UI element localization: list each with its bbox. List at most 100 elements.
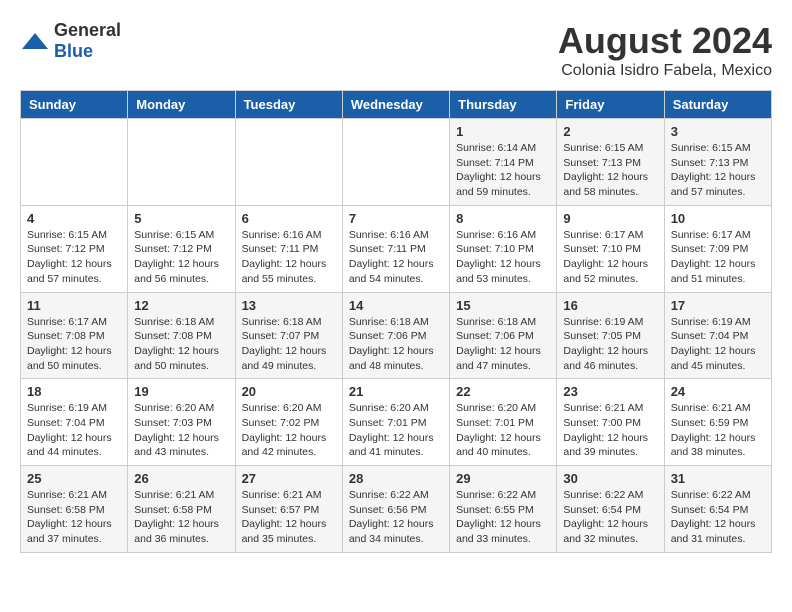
day-number: 30 [563,471,657,486]
calendar-cell: 10Sunrise: 6:17 AM Sunset: 7:09 PM Dayli… [664,205,771,292]
calendar-cell: 11 Sunrise: 6:17 AM Sunset: 7:08 PM Dayli… [21,292,128,379]
calendar-cell [21,119,128,206]
day-info: Sunrise: 6:22 AM Sunset: 6:54 PM Dayligh… [563,488,657,547]
logo-blue: Blue [54,41,93,61]
weekday-header-tuesday: Tuesday [235,91,342,119]
day-number: 14 [349,298,443,313]
day-info: Sunrise: 6:21 AM Sunset: 6:57 PM Dayligh… [242,488,336,547]
day-info: Sunrise: 6:14 AM Sunset: 7:14 PM Dayligh… [456,141,550,200]
day-number: 4 [27,211,121,226]
logo-general: General [54,20,121,40]
calendar-cell: 13 Sunrise: 6:18 AM Sunset: 7:07 PM Dayli… [235,292,342,379]
week-row-5: 25 Sunrise: 6:21 AM Sunset: 6:58 PM Dayli… [21,466,772,553]
day-number: 11 [27,298,121,313]
day-info: Sunrise: 6:21 AM Sunset: 7:00 PM Dayligh… [563,401,657,460]
day-info: Sunrise: 6:15 AM Sunset: 7:12 PM Dayligh… [27,228,121,287]
day-info: Sunrise: 6:15 AM Sunset: 7:13 PM Dayligh… [563,141,657,200]
calendar-cell: 27Sunrise: 6:21 AM Sunset: 6:57 PM Dayli… [235,466,342,553]
calendar-cell: 7 Sunrise: 6:16 AM Sunset: 7:11 PM Daylig… [342,205,449,292]
calendar-cell: 19 Sunrise: 6:20 AM Sunset: 7:03 PM Dayli… [128,379,235,466]
calendar-cell [342,119,449,206]
day-info: Sunrise: 6:16 AM Sunset: 7:10 PM Dayligh… [456,228,550,287]
day-number: 24 [671,384,765,399]
calendar-cell: 1 Sunrise: 6:14 AM Sunset: 7:14 PM Daylig… [450,119,557,206]
calendar-cell: 14 Sunrise: 6:18 AM Sunset: 7:06 PM Dayli… [342,292,449,379]
day-info: Sunrise: 6:18 AM Sunset: 7:06 PM Dayligh… [349,315,443,374]
calendar-cell: 26Sunrise: 6:21 AM Sunset: 6:58 PM Dayli… [128,466,235,553]
calendar-cell: 3Sunrise: 6:15 AM Sunset: 7:13 PM Daylig… [664,119,771,206]
weekday-header-monday: Monday [128,91,235,119]
calendar-cell: 2 Sunrise: 6:15 AM Sunset: 7:13 PM Daylig… [557,119,664,206]
day-number: 12 [134,298,228,313]
calendar-cell: 28 Sunrise: 6:22 AM Sunset: 6:56 PM Dayli… [342,466,449,553]
day-info: Sunrise: 6:18 AM Sunset: 7:08 PM Dayligh… [134,315,228,374]
day-info: Sunrise: 6:18 AM Sunset: 7:06 PM Dayligh… [456,315,550,374]
calendar-cell: 23 Sunrise: 6:21 AM Sunset: 7:00 PM Dayli… [557,379,664,466]
day-number: 25 [27,471,121,486]
calendar-cell: 30 Sunrise: 6:22 AM Sunset: 6:54 PM Dayli… [557,466,664,553]
day-number: 20 [242,384,336,399]
calendar-cell: 9 Sunrise: 6:17 AM Sunset: 7:10 PM Daylig… [557,205,664,292]
day-info: Sunrise: 6:20 AM Sunset: 7:03 PM Dayligh… [134,401,228,460]
day-info: Sunrise: 6:22 AM Sunset: 6:54 PM Dayligh… [671,488,765,547]
calendar-cell: 5 Sunrise: 6:15 AM Sunset: 7:12 PM Daylig… [128,205,235,292]
day-number: 28 [349,471,443,486]
weekday-header-sunday: Sunday [21,91,128,119]
day-number: 7 [349,211,443,226]
title-area: August 2024 Colonia Isidro Fabela, Mexic… [558,20,772,80]
day-number: 1 [456,124,550,139]
calendar-cell: 18 Sunrise: 6:19 AM Sunset: 7:04 PM Dayli… [21,379,128,466]
calendar-cell: 8 Sunrise: 6:16 AM Sunset: 7:10 PM Daylig… [450,205,557,292]
calendar-cell [235,119,342,206]
calendar-cell: 15Sunrise: 6:18 AM Sunset: 7:06 PM Dayli… [450,292,557,379]
day-number: 18 [27,384,121,399]
day-info: Sunrise: 6:21 AM Sunset: 6:59 PM Dayligh… [671,401,765,460]
day-number: 2 [563,124,657,139]
day-info: Sunrise: 6:18 AM Sunset: 7:07 PM Dayligh… [242,315,336,374]
page-header: General Blue August 2024 Colonia Isidro … [20,20,772,80]
logo-icon [20,31,50,51]
logo: General Blue [20,20,121,62]
calendar-cell: 22 Sunrise: 6:20 AM Sunset: 7:01 PM Dayli… [450,379,557,466]
day-number: 21 [349,384,443,399]
day-info: Sunrise: 6:19 AM Sunset: 7:04 PM Dayligh… [27,401,121,460]
location: Colonia Isidro Fabela, Mexico [558,62,772,80]
week-row-2: 4 Sunrise: 6:15 AM Sunset: 7:12 PM Daylig… [21,205,772,292]
day-info: Sunrise: 6:17 AM Sunset: 7:08 PM Dayligh… [27,315,121,374]
day-number: 13 [242,298,336,313]
day-info: Sunrise: 6:20 AM Sunset: 7:01 PM Dayligh… [349,401,443,460]
calendar-cell: 29Sunrise: 6:22 AM Sunset: 6:55 PM Dayli… [450,466,557,553]
calendar-cell: 17Sunrise: 6:19 AM Sunset: 7:04 PM Dayli… [664,292,771,379]
day-number: 9 [563,211,657,226]
day-info: Sunrise: 6:16 AM Sunset: 7:11 PM Dayligh… [242,228,336,287]
day-number: 8 [456,211,550,226]
day-info: Sunrise: 6:21 AM Sunset: 6:58 PM Dayligh… [27,488,121,547]
calendar-cell: 24 Sunrise: 6:21 AM Sunset: 6:59 PM Dayli… [664,379,771,466]
calendar-cell: 21 Sunrise: 6:20 AM Sunset: 7:01 PM Dayli… [342,379,449,466]
day-info: Sunrise: 6:19 AM Sunset: 7:05 PM Dayligh… [563,315,657,374]
day-number: 22 [456,384,550,399]
month-year: August 2024 [558,20,772,62]
day-info: Sunrise: 6:15 AM Sunset: 7:12 PM Dayligh… [134,228,228,287]
calendar-table: SundayMondayTuesdayWednesdayThursdayFrid… [20,90,772,553]
weekday-header-wednesday: Wednesday [342,91,449,119]
weekday-header-saturday: Saturday [664,91,771,119]
day-info: Sunrise: 6:20 AM Sunset: 7:01 PM Dayligh… [456,401,550,460]
day-number: 6 [242,211,336,226]
day-info: Sunrise: 6:16 AM Sunset: 7:11 PM Dayligh… [349,228,443,287]
day-info: Sunrise: 6:20 AM Sunset: 7:02 PM Dayligh… [242,401,336,460]
calendar-cell: 16 Sunrise: 6:19 AM Sunset: 7:05 PM Dayli… [557,292,664,379]
day-number: 23 [563,384,657,399]
day-number: 19 [134,384,228,399]
weekday-header-friday: Friday [557,91,664,119]
day-number: 3 [671,124,765,139]
calendar-cell: 4 Sunrise: 6:15 AM Sunset: 7:12 PM Daylig… [21,205,128,292]
day-number: 26 [134,471,228,486]
day-info: Sunrise: 6:17 AM Sunset: 7:10 PM Dayligh… [563,228,657,287]
day-number: 5 [134,211,228,226]
day-number: 31 [671,471,765,486]
weekday-header-row: SundayMondayTuesdayWednesdayThursdayFrid… [21,91,772,119]
day-number: 16 [563,298,657,313]
day-info: Sunrise: 6:22 AM Sunset: 6:56 PM Dayligh… [349,488,443,547]
week-row-4: 18 Sunrise: 6:19 AM Sunset: 7:04 PM Dayli… [21,379,772,466]
